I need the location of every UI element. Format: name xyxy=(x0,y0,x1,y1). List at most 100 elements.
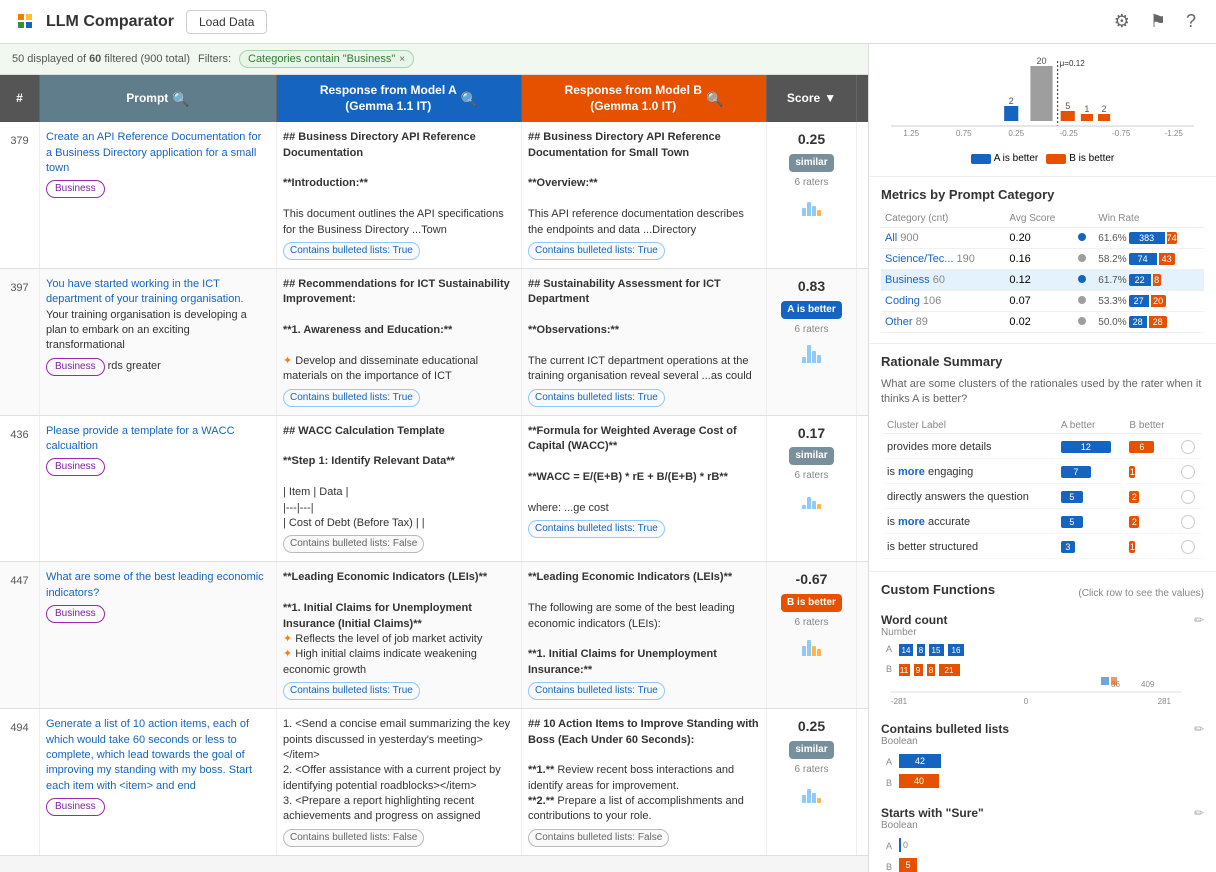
category-tag: Business xyxy=(46,798,105,816)
word-count-chart: A 14 8 15 16 B 11 9 8 xyxy=(881,642,1191,707)
word-count-edit-icon[interactable]: ✏ xyxy=(1194,613,1204,627)
contains-badge-b: Contains bulleted lists: True xyxy=(528,520,665,538)
app-header: LLM Comparator Load Data ⚙ ⚑ ? xyxy=(0,0,1216,44)
row-num: 436 xyxy=(0,416,40,562)
custom-functions-title: Custom Functions xyxy=(881,582,995,597)
svg-text:5: 5 xyxy=(1065,101,1070,111)
custom-functions-header: Custom Functions (Click row to see the v… xyxy=(881,582,1204,605)
word-count-function[interactable]: Word count Number ✏ A 14 8 15 16 xyxy=(881,613,1204,710)
svg-text:8: 8 xyxy=(919,646,924,655)
win-b-bar: 28 xyxy=(1149,316,1167,328)
win-rate-bars: 61.7% 22 8 xyxy=(1098,274,1200,286)
rationale-title: Rationale Summary xyxy=(881,354,1204,369)
filter-chip-close[interactable]: × xyxy=(399,54,405,65)
svg-text:A: A xyxy=(886,841,892,851)
help-button[interactable]: ? xyxy=(1182,7,1200,36)
rationale-row: is more engaging 7 1 xyxy=(883,461,1202,484)
score-value: 0.17 xyxy=(798,424,825,444)
score-dot-cell xyxy=(1074,270,1094,291)
table-row: 397 You have started working in the ICT … xyxy=(0,269,868,416)
row-response-a: ## Business Directory API Reference Docu… xyxy=(277,122,522,268)
th-model-a: Response from Model A(Gemma 1.1 IT) 🔍 xyxy=(277,75,522,122)
col-category: Category (cnt) xyxy=(881,210,1005,228)
avg-score: 0.07 xyxy=(1005,291,1074,312)
metrics-row[interactable]: All 900 0.20 61.6% 383 74 xyxy=(881,228,1204,249)
model-b-search-icon[interactable]: 🔍 xyxy=(706,90,723,108)
row-num: 447 xyxy=(0,562,40,708)
bulleted-lists-edit-icon[interactable]: ✏ xyxy=(1194,722,1204,736)
row-prompt: Create an API Reference Documentation fo… xyxy=(40,122,277,268)
score-dot-cell xyxy=(1074,312,1094,333)
svg-text:A: A xyxy=(886,757,892,767)
bulleted-lists-label: Contains bulleted lists xyxy=(881,722,1009,736)
cat-name[interactable]: Coding 106 xyxy=(881,291,1005,312)
cat-name[interactable]: All 900 xyxy=(881,228,1005,249)
metrics-row[interactable]: Science/Tec... 190 0.16 58.2% 74 43 xyxy=(881,249,1204,270)
a-better-bar-cell: 7 xyxy=(1057,461,1124,484)
th-model-b: Response from Model B(Gemma 1.0 IT) 🔍 xyxy=(522,75,767,122)
filter-chip[interactable]: Categories contain "Business" × xyxy=(239,50,414,68)
win-b-bar: 43 xyxy=(1159,253,1175,265)
prompt-link[interactable]: What are some of the best leading econom… xyxy=(46,571,264,598)
expand-icon[interactable] xyxy=(1181,515,1195,529)
cat-name[interactable]: Business 60 xyxy=(881,270,1005,291)
custom-functions-section: Custom Functions (Click row to see the v… xyxy=(869,572,1216,872)
svg-text:A: A xyxy=(886,644,892,654)
row-score: -0.67 B is better 6 raters xyxy=(767,562,857,708)
rationale-table: Cluster Label A better B better provides… xyxy=(881,416,1204,561)
prompt-link[interactable]: You have started working in the ICT depa… xyxy=(46,278,244,305)
metrics-table: Category (cnt) Avg Score Win Rate All 90… xyxy=(881,210,1204,333)
expand-icon[interactable] xyxy=(1181,440,1195,454)
expand-icon[interactable] xyxy=(1181,490,1195,504)
metrics-row[interactable]: Other 89 0.02 50.0% 28 28 xyxy=(881,312,1204,333)
avg-score: 0.02 xyxy=(1005,312,1074,333)
expand-icon[interactable] xyxy=(1181,465,1195,479)
bulleted-lists-function[interactable]: Contains bulleted lists Boolean ✏ A 42 B… xyxy=(881,722,1204,794)
cluster-label: directly answers the question xyxy=(883,486,1055,509)
rationale-row: is more accurate 5 2 xyxy=(883,511,1202,534)
prompt-link[interactable]: Generate a list of 10 action items, each… xyxy=(46,718,252,792)
category-tag: Business xyxy=(46,605,105,623)
metrics-section: Metrics by Prompt Category Category (cnt… xyxy=(869,177,1216,344)
settings-button[interactable]: ⚙ xyxy=(1110,7,1134,36)
prompt-link[interactable]: Please provide a template for a WACC cal… xyxy=(46,425,235,452)
cat-name[interactable]: Other 89 xyxy=(881,312,1005,333)
starts-with-sure-edit-icon[interactable]: ✏ xyxy=(1194,806,1204,820)
row-extra xyxy=(857,562,868,708)
flag-button[interactable]: ⚑ xyxy=(1146,7,1170,36)
prompt-link[interactable]: Create an API Reference Documentation fo… xyxy=(46,131,261,174)
a-better-bar: 5 xyxy=(1061,491,1083,503)
model-a-search-icon[interactable]: 🔍 xyxy=(461,90,478,108)
display-summary: 50 displayed of 60 filtered (900 total) xyxy=(12,53,190,65)
score-sort-icon[interactable]: ▼ xyxy=(824,91,836,107)
row-response-b: ## Business Directory API Reference Docu… xyxy=(522,122,767,268)
row-extra xyxy=(857,122,868,268)
expand-icon[interactable] xyxy=(1181,540,1195,554)
starts-with-sure-function[interactable]: Starts with "Sure" Boolean ✏ A 0 B 5 xyxy=(881,806,1204,872)
a-better-bar-cell: 5 xyxy=(1057,486,1124,509)
b-better-bar-cell: 1 xyxy=(1125,461,1174,484)
app-logo: LLM Comparator xyxy=(16,10,174,34)
table-body[interactable]: 379 Create an API Reference Documentatio… xyxy=(0,122,868,872)
raters-count: 6 raters xyxy=(795,323,829,337)
legend-b-color xyxy=(1046,154,1066,164)
raters-count: 6 raters xyxy=(795,616,829,630)
svg-text:2: 2 xyxy=(1009,96,1014,106)
metrics-row[interactable]: Coding 106 0.07 53.3% 27 20 xyxy=(881,291,1204,312)
row-score: 0.25 similar 6 raters xyxy=(767,709,857,855)
cat-name[interactable]: Science/Tec... 190 xyxy=(881,249,1005,270)
svg-text:B: B xyxy=(886,778,892,788)
metrics-row[interactable]: Business 60 0.12 61.7% 22 8 xyxy=(881,270,1204,291)
a-better-bar-cell: 5 xyxy=(1057,511,1124,534)
legend-a: A is better xyxy=(971,153,1038,164)
b-better-bar: 1 xyxy=(1129,466,1135,478)
svg-text:15: 15 xyxy=(932,646,941,655)
load-data-button[interactable]: Load Data xyxy=(186,10,267,34)
score-dot-cell xyxy=(1074,291,1094,312)
word-count-type: Number xyxy=(881,627,947,638)
starts-with-sure-label: Starts with "Sure" xyxy=(881,806,984,820)
score-dot-cell xyxy=(1074,228,1094,249)
svg-text:2: 2 xyxy=(1102,104,1107,114)
prompt-search-icon[interactable]: 🔍 xyxy=(172,90,189,108)
category-tag: Business xyxy=(46,358,105,376)
